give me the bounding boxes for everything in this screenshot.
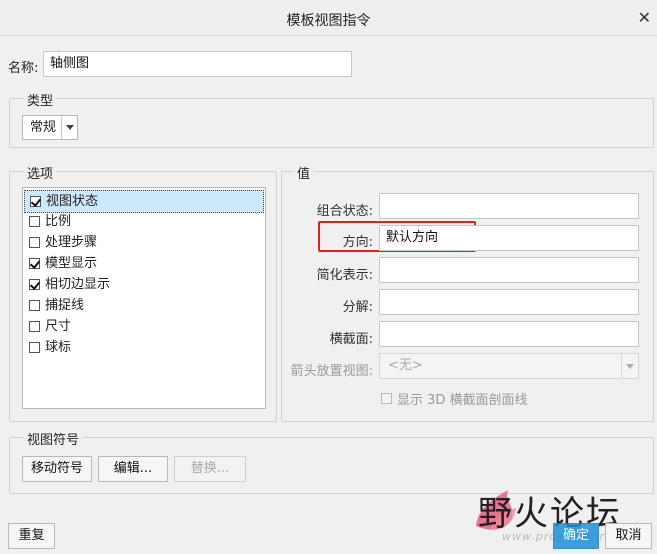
list-item-model-display[interactable]: 模型显示 <box>24 253 264 274</box>
symbol-group-label: 视图符号 <box>24 429 83 448</box>
list-item-label: 视图状态 <box>46 194 99 209</box>
explode-label: 分解: <box>342 300 373 315</box>
explode-field[interactable] <box>379 289 639 315</box>
cross-section-label: 横截面: <box>329 332 373 347</box>
combo-state-field[interactable] <box>379 193 639 219</box>
move-symbol-button[interactable]: 移动符号 <box>22 456 92 482</box>
name-label: 名称: <box>8 61 39 76</box>
list-item-label: 相切边显示 <box>45 277 111 292</box>
title-bar: 模板视图指令 ✕ <box>0 0 657 36</box>
type-select-value: 常规 <box>30 120 57 135</box>
list-item-label: 球标 <box>45 340 72 355</box>
simplified-rep-label: 简化表示: <box>316 268 373 283</box>
chevron-down-icon[interactable] <box>61 116 77 139</box>
list-item-balloons[interactable]: 球标 <box>24 337 264 358</box>
show-hatch-label: 显示 3D 横截面剖面线 <box>397 393 528 408</box>
ok-button[interactable]: 确定 <box>553 523 599 549</box>
reset-button[interactable]: 重复 <box>8 523 55 549</box>
arrow-view-value: <无> <box>388 358 423 373</box>
checkbox[interactable] <box>29 258 40 269</box>
replace-button[interactable]: 替换... <box>174 456 246 482</box>
checkbox[interactable] <box>381 393 392 404</box>
options-list[interactable]: 视图状态 比例 处理步骤 模型显示 相切边显示 捕捉线 尺寸 球标 <box>22 187 266 409</box>
checkbox[interactable] <box>29 279 40 290</box>
type-group-label: 类型 <box>24 90 57 109</box>
checkbox[interactable] <box>29 342 40 353</box>
checkbox[interactable] <box>29 300 40 311</box>
list-item-snap-lines[interactable]: 捕捉线 <box>24 295 264 316</box>
checkbox[interactable] <box>29 216 40 227</box>
list-item-label: 尺寸 <box>45 319 72 334</box>
dialog-title: 模板视图指令 <box>286 13 371 29</box>
arrow-view-label: 箭头放置视图: <box>290 364 373 379</box>
list-item-dimensions[interactable]: 尺寸 <box>24 316 264 337</box>
close-icon[interactable]: ✕ <box>638 8 651 27</box>
list-item-label: 模型显示 <box>45 256 98 271</box>
edit-button[interactable]: 编辑... <box>98 456 168 482</box>
type-select[interactable]: 常规 <box>22 115 78 140</box>
list-item-process-step[interactable]: 处理步骤 <box>24 232 264 253</box>
orientation-label: 方向: <box>342 235 373 250</box>
type-group <box>9 98 654 148</box>
checkbox[interactable] <box>29 237 40 248</box>
simplified-rep-field[interactable] <box>379 257 639 283</box>
list-item-tangent-edge[interactable]: 相切边显示 <box>24 274 264 295</box>
list-item-label: 比例 <box>45 214 72 229</box>
list-item-scale[interactable]: 比例 <box>24 211 264 232</box>
show-hatch-option[interactable]: 显示 3D 横截面剖面线 <box>381 389 528 408</box>
chevron-down-icon[interactable] <box>621 354 638 378</box>
list-item-label: 处理步骤 <box>45 235 98 250</box>
name-field[interactable]: 轴侧图 <box>43 51 352 77</box>
combo-state-label: 组合状态: <box>316 204 373 219</box>
options-group-label: 选项 <box>24 163 57 182</box>
cross-section-field[interactable] <box>379 321 639 347</box>
values-group-label: 值 <box>294 163 314 182</box>
cancel-button[interactable]: 取消 <box>605 523 652 549</box>
list-item-view-state[interactable]: 视图状态 <box>24 190 264 213</box>
checkbox[interactable] <box>30 196 41 207</box>
list-item-label: 捕捉线 <box>45 298 85 313</box>
arrow-view-select[interactable]: <无> <box>379 353 639 379</box>
checkbox[interactable] <box>29 321 40 332</box>
orientation-field[interactable]: 默认方向 <box>379 225 639 251</box>
